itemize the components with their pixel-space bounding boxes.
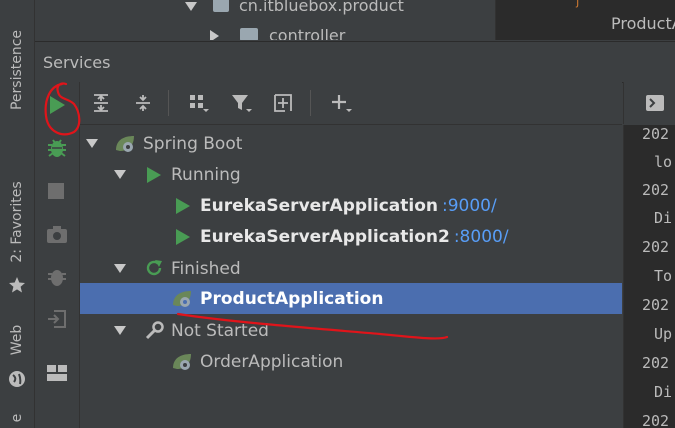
tree-node-not-started[interactable]: Not Started (80, 315, 622, 346)
tree-node-product-application[interactable]: ProductApplication (80, 283, 622, 314)
console-header (623, 82, 675, 124)
package-label[interactable]: cn.itbluebox.product (239, 0, 404, 15)
toolbar-divider (168, 90, 169, 116)
run-icon (175, 197, 191, 220)
folder-label[interactable]: controller (269, 26, 345, 40)
services-header: Services (35, 41, 675, 83)
console-line: To (654, 267, 673, 285)
favorites-tab[interactable]: 2: Favorites (9, 181, 25, 262)
folder-icon (240, 28, 258, 40)
stop-icon[interactable] (48, 183, 64, 199)
console-line: Di (654, 383, 673, 401)
services-actions (35, 82, 80, 428)
spring-boot-icon (171, 352, 193, 377)
tree-label: Not Started (171, 320, 269, 341)
toolbar-divider-2 (310, 90, 311, 116)
tree-label: Finished (171, 258, 241, 279)
debug-icon[interactable] (46, 137, 68, 163)
tree-node-spring-boot[interactable]: Spring Boot (80, 128, 622, 159)
console-output[interactable]: 202 lo 202 Di 202 To 202 Up 202 Di 202 (623, 125, 675, 428)
editor-tab[interactable]: ProductA (611, 14, 675, 33)
persistence-tab[interactable]: Persistence (9, 30, 25, 110)
app-name: OrderApplication (200, 351, 344, 372)
tree-node-running[interactable]: Running (80, 159, 622, 190)
tree-node-finished[interactable]: Finished (80, 253, 622, 284)
console-line: 202 (642, 125, 670, 143)
camera-icon[interactable] (46, 224, 68, 248)
console-line: 202 (642, 296, 670, 314)
star-icon (8, 276, 26, 298)
code-fragment: j (576, 0, 580, 8)
collapse-all-icon[interactable] (130, 90, 156, 116)
editor-area: ProductA j (495, 0, 675, 40)
services-toolbar (80, 82, 622, 125)
console-line: 202 (642, 354, 670, 372)
tree-node-eureka-server-2[interactable]: EurekaServerApplication2:8000/ (80, 221, 622, 252)
web-tab[interactable]: Web (9, 325, 25, 356)
expand-arrow-icon[interactable] (86, 139, 98, 148)
app-name: EurekaServerApplication (200, 195, 438, 216)
running-icon (146, 166, 162, 189)
app-name: ProductApplication (200, 288, 384, 309)
expand-all-icon[interactable] (88, 90, 114, 116)
console-line: 202 (642, 238, 670, 256)
package-icon (213, 0, 229, 12)
group-by-icon[interactable] (186, 90, 212, 116)
port-link[interactable]: :9000/ (442, 196, 497, 216)
filter-icon[interactable] (228, 90, 254, 116)
attach-icon[interactable] (46, 308, 68, 334)
expand-arrow-icon[interactable] (114, 326, 126, 335)
console-line: Up (654, 325, 673, 343)
partial-tab[interactable]: e (9, 414, 25, 423)
spring-boot-icon (114, 134, 136, 159)
port-link[interactable]: :8000/ (454, 227, 509, 247)
run-icon[interactable] (48, 95, 66, 119)
rerun-icon (144, 258, 164, 283)
collapse-arrow-icon[interactable] (210, 30, 219, 40)
add-service-icon[interactable] (328, 90, 354, 116)
run-icon (175, 228, 191, 251)
tree-node-eureka-server[interactable]: EurekaServerApplication:9000/ (80, 190, 622, 221)
expand-arrow-icon[interactable] (114, 264, 126, 273)
services-tree: Spring Boot Running EurekaServerApplicat… (80, 125, 622, 428)
new-service-icon[interactable] (270, 90, 296, 116)
project-tree: cn.itbluebox.product controller (35, 0, 495, 40)
tree-label: Spring Boot (143, 133, 243, 154)
expand-arrow-icon[interactable] (114, 170, 126, 179)
spring-boot-icon (171, 289, 193, 314)
services-title: Services (43, 53, 111, 72)
tree-label: Running (171, 164, 241, 185)
console-line: Di (654, 209, 673, 227)
debug-disabled-icon[interactable] (46, 266, 68, 292)
console-line: 202 (642, 181, 670, 199)
app-name: EurekaServerApplication2 (200, 226, 450, 247)
layout-icon[interactable] (46, 364, 68, 386)
globe-icon (8, 370, 26, 392)
expand-arrow-icon[interactable] (185, 2, 197, 11)
wrench-icon (144, 321, 164, 346)
console-icon[interactable] (646, 95, 664, 111)
tool-window-stripe: Persistence 2: Favorites Web e (0, 0, 35, 428)
console-line: 202 (642, 412, 670, 428)
console-line: lo (654, 153, 673, 171)
tree-node-order-application[interactable]: OrderApplication (80, 346, 622, 377)
